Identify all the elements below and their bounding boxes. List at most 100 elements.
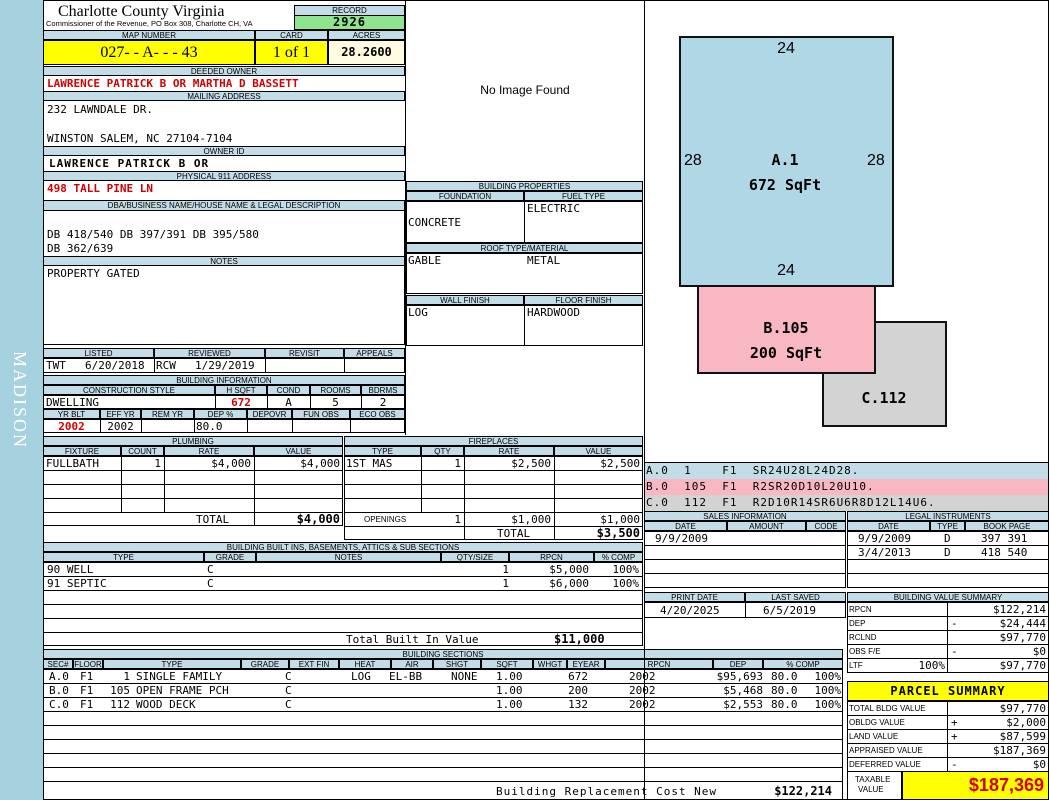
roof-type-value: GABLE <box>408 254 442 267</box>
legal-description-line1: DB 418/540 DB 397/391 DB 395/580 <box>47 228 259 241</box>
dep-header: DEP % <box>194 409 247 419</box>
section-floor: F1 <box>80 670 94 683</box>
foundation-header: FOUNDATION <box>406 191 524 201</box>
value-summary-value: $97,770 <box>999 631 1046 644</box>
notes-header: NOTES <box>43 256 405 266</box>
section-rpcn: $95,693 <box>716 670 763 683</box>
sections-header: BUILDING SECTIONS <box>43 649 843 659</box>
section-type: WOOD DECK <box>136 698 196 711</box>
yrblt-value: 2002 <box>58 420 85 433</box>
openings-rate: $1,000 <box>511 513 551 526</box>
sections-col-floor: FLOOR <box>73 659 103 669</box>
section-type: OPEN FRAME PCH <box>136 684 229 697</box>
section-comp: 100% <box>814 684 842 697</box>
bdrms-header: BDRMS <box>361 385 405 395</box>
county-subtitle: Commissioner of the Revenue, PO Box 308,… <box>46 19 253 28</box>
legal-book: 397 391 <box>981 532 1028 545</box>
section-grade: C <box>285 698 292 711</box>
fireplace-total: $3,500 <box>596 527 640 540</box>
side-label: MADISON <box>10 350 30 449</box>
legal-description-header: DBA/BUSINESS NAME/HOUSE NAME & LEGAL DES… <box>43 200 405 211</box>
openings-qty: 1 <box>454 513 461 526</box>
value-summary-pct: 100% <box>918 659 946 672</box>
section-eyear: 2002 <box>629 670 656 683</box>
builtin-qty: 1 <box>502 577 509 590</box>
section-dep: 80.0 <box>771 670 798 683</box>
code-b: B.0 105 F1 R2SR20D10L20U10. <box>646 480 875 493</box>
parcel-summary-label: OBLDG VALUE <box>849 718 905 727</box>
value-summary-label: RCLND <box>849 633 877 642</box>
section-sqft: 672 <box>568 670 588 683</box>
value-summary-value: $122,214 <box>993 603 1046 616</box>
value-summary-label: DEP <box>849 619 866 628</box>
section-code: 1 <box>123 670 130 683</box>
sections-col-grade: GRADE <box>241 659 289 669</box>
hsqft-value: 672 <box>231 396 251 409</box>
parcel-summary-value: $97,770 <box>999 702 1046 715</box>
effyr-value: 2002 <box>107 420 134 433</box>
sketch-dim-right: 28 <box>867 152 885 169</box>
section-code: 105 <box>110 684 130 697</box>
section-rpcn: $2,553 <box>723 698 763 711</box>
listed-by: TWT <box>46 359 66 372</box>
physical-address: 498 TALL PINE LN <box>47 182 153 195</box>
section-shgt: 1.00 <box>496 698 523 711</box>
floor-finish-header: FLOOR FINISH <box>524 295 643 305</box>
taxable-value: $187,369 <box>902 771 1049 800</box>
owner-id: LAWRENCE PATRICK B OR <box>49 157 210 170</box>
openings-label: OPENINGS <box>364 515 407 524</box>
section-comp: 100% <box>814 670 842 683</box>
sketch-c-label: C.112 <box>861 389 907 407</box>
legal-date: 9/9/2009 <box>858 532 911 545</box>
plumbing-fixture: FULLBATH <box>46 457 99 470</box>
reviewed-by: RCW <box>156 359 176 372</box>
fireplace-col-value: VALUE <box>554 446 643 456</box>
sections-col-heat: HEAT <box>339 659 391 669</box>
value-summary-label: OBS F/E <box>849 647 881 656</box>
ecoobs-header: ECO OBS <box>350 409 405 419</box>
plumbing-col-fixture: FIXTURE <box>43 446 121 456</box>
physical-address-header: PHYSICAL 911 ADDRESS <box>43 171 405 181</box>
sections-col-rpcn: RPCN <box>605 659 713 669</box>
builtin-comp: 100% <box>612 577 640 590</box>
deeded-owner: LAWRENCE PATRICK B OR MARTHA D BASSETT <box>47 77 299 90</box>
section-floor: F1 <box>80 684 94 697</box>
replacement-cost-label: Building Replacement Cost New <box>496 785 718 798</box>
sections-col-whgt: WHGT <box>533 659 567 669</box>
legal-description-line2: DB 362/639 <box>47 242 114 255</box>
building-info-header: BUILDING INFORMATION <box>43 375 405 385</box>
fireplace-type: 1ST MAS <box>346 457 393 470</box>
cond-header: COND <box>267 385 310 395</box>
sales-col-amount: AMOUNT <box>727 521 806 531</box>
sketch-dim-bottom: 24 <box>777 262 795 279</box>
listed-date: 6/20/2018 <box>85 359 145 372</box>
builtins-total: $11,000 <box>554 633 605 646</box>
builtins-col-rpcn: RPCN <box>509 552 594 562</box>
section-dep: 80.0 <box>771 698 798 711</box>
section-eyear: 2002 <box>629 684 656 697</box>
builtin-rpcn: $6,000 <box>549 577 589 590</box>
plumbing-value: $4,000 <box>300 457 340 470</box>
sections-col-comp: % COMP <box>763 659 843 669</box>
sales-col-code: CODE <box>806 521 846 531</box>
sketch-b-label: B.105 <box>763 319 809 337</box>
legal-col-book: BOOK PAGE <box>965 521 1049 531</box>
roof-header: ROOF TYPE/MATERIAL <box>406 243 643 253</box>
sales-date: 9/9/2009 <box>655 532 708 545</box>
sections-col-extfin: EXT FIN <box>289 659 339 669</box>
code-c: C.0 112 F1 R2D10R14SR6U6R8D12L14U6. <box>646 496 936 509</box>
no-image-text: No Image Found <box>480 83 570 97</box>
sections-col-sec: SEC# <box>43 659 73 669</box>
section-ext: LOG <box>351 670 371 683</box>
builtin-type: 91 SEPTIC <box>47 577 107 590</box>
fireplace-col-qty: QTY <box>421 446 464 456</box>
mailing-address-header: MAILING ADDRESS <box>43 91 405 101</box>
sales-col-date: DATE <box>644 521 727 531</box>
hsqft-header: H SQFT <box>215 385 267 395</box>
section-eyear: 2002 <box>629 698 656 711</box>
section-air: NONE <box>451 670 478 683</box>
fireplace-value: $2,500 <box>600 457 640 470</box>
style-header: CONSTRUCTION STYLE <box>43 385 215 395</box>
value-summary-label: RPCN <box>849 605 872 614</box>
fireplaces-header: FIREPLACES <box>344 436 643 446</box>
